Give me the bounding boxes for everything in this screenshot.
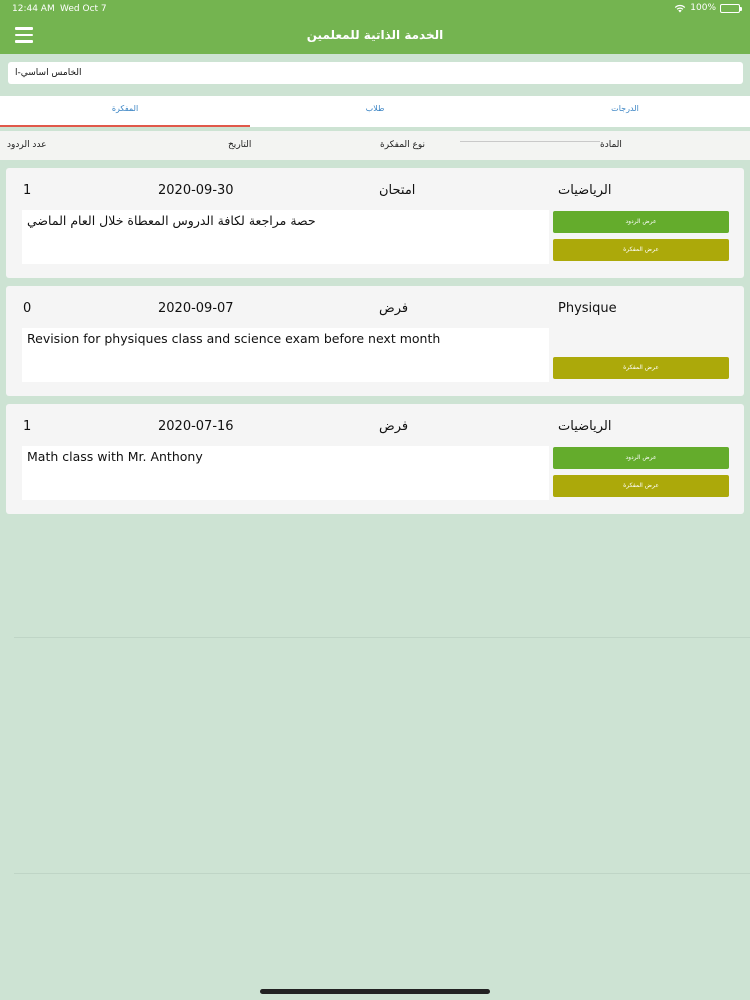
status-bar: 12:44 AM Wed Oct 7 100% [0,0,750,18]
battery-icon [720,3,742,13]
memo-replies-count: 1 [23,183,32,198]
memo-subject: الرياضيات [558,183,612,198]
memo-card: 0 2020-09-07 فرض Physique Revision for p… [6,286,744,396]
empty-row-divider [14,873,750,874]
header-date: التاريخ [228,140,252,150]
memo-card: 1 2020-07-16 فرض الرياضيات Math class wi… [6,404,744,514]
memo-description: حصة مراجعة لكافة الدروس المعطاة خلال الع… [22,210,549,264]
memo-date: 2020-09-30 [158,183,234,198]
memo-type: امتحان [379,183,416,198]
view-memo-button[interactable]: عرض المفكرة [553,357,729,379]
memo-subject: الرياضيات [558,419,612,434]
status-date: Wed Oct 7 [60,4,107,14]
memo-card: 1 2020-09-30 امتحان الرياضيات حصة مراجعة… [6,168,744,278]
memo-replies-count: 0 [23,301,32,316]
tab-bar: المفكرة طلاب الدرجات [0,96,750,127]
view-memo-button[interactable]: عرض المفكرة [553,475,729,497]
table-header: عدد الردود التاريخ نوع المفكرة المادة [0,131,750,160]
view-replies-button[interactable]: عرض الردود [553,211,729,233]
tab-grades[interactable]: الدرجات [500,96,750,127]
memo-replies-count: 1 [23,419,32,434]
tab-students[interactable]: طلاب [250,96,500,127]
memo-subject: Physique [558,301,617,316]
view-memo-button[interactable]: عرض المفكرة [553,239,729,261]
home-indicator[interactable] [260,989,490,994]
memo-type: فرض [379,301,409,316]
status-right: 100% [674,3,742,13]
empty-row-divider [14,637,750,638]
header-subject: المادة [600,140,622,150]
memo-date: 2020-07-16 [158,419,234,434]
header-replies-count: عدد الردود [7,140,47,150]
status-time: 12:44 AM [12,4,55,14]
battery-percent: 100% [690,3,716,13]
tab-memos[interactable]: المفكرة [0,96,250,127]
header-memo-type: نوع المفكرة [380,140,426,150]
view-replies-button[interactable]: عرض الردود [553,447,729,469]
nav-bar: الخدمة الذاتية للمعلمين [0,18,750,54]
memo-description: Math class with Mr. Anthony [22,446,549,500]
memo-description: Revision for physiques class and science… [22,328,549,382]
wifi-icon [674,4,686,13]
header-divider [460,141,600,142]
memo-type: فرض [379,419,409,434]
class-selector[interactable]: الخامس اساسي-ا [8,62,743,84]
memo-date: 2020-09-07 [158,301,234,316]
page-title: الخدمة الذاتية للمعلمين [306,28,444,42]
